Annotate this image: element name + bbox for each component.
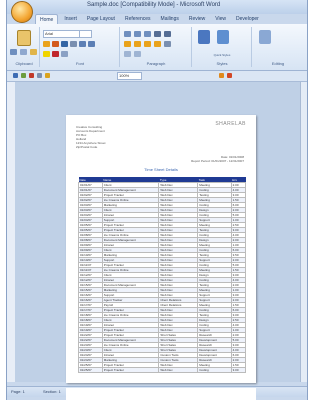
clipboard-label: Clipboard (15, 61, 33, 66)
next-page-preview (66, 388, 256, 400)
underline-icon[interactable] (61, 41, 68, 47)
format-painter-icon[interactable] (30, 49, 37, 55)
table-row: 01/25/07 Project Tracker Web Dev Coding 3.00 (78, 367, 247, 373)
tab-review[interactable]: Review (185, 14, 209, 24)
address-line: Zip/Postal Code (76, 145, 98, 149)
document-page[interactable]: SHARELAB Creative Consulting Accounts De… (66, 115, 256, 383)
font-group: Arial Font (41, 27, 120, 67)
align-left-icon[interactable] (124, 41, 131, 47)
paragraph-group: Paragraph (121, 27, 192, 67)
line-spacing-icon[interactable] (164, 41, 171, 47)
report-period: Report Period: 01/01/2007 - 12/31/2007 (191, 159, 244, 163)
window-title: Sample.doc [Compatibility Mode] - Micros… (87, 2, 221, 8)
report-title: Time Sheet Details (144, 167, 178, 172)
cut-icon[interactable] (10, 49, 17, 55)
clipboard-group: Clipboard (9, 27, 40, 67)
company-logo-text: SHARELAB (215, 121, 246, 127)
font-name-select[interactable]: Arial (43, 30, 80, 38)
paragraph-label: Paragraph (146, 61, 166, 66)
change-case-icon[interactable] (61, 51, 68, 57)
change-styles-icon[interactable] (217, 30, 229, 44)
font-size-select[interactable] (79, 30, 92, 38)
zoom-select[interactable]: 100% (117, 72, 142, 80)
ribbon: Clipboard Arial Font Paragraph Quick Sty… (7, 24, 307, 71)
numbering-icon[interactable] (134, 31, 141, 37)
styles-group: Quick Styles Styles (193, 27, 252, 67)
multilevel-list-icon[interactable] (144, 31, 151, 37)
editing-icon[interactable] (259, 30, 271, 44)
subscript-icon[interactable] (79, 41, 86, 47)
toolbar-icon-b[interactable] (227, 73, 232, 78)
bullets-icon[interactable] (124, 31, 131, 37)
save-icon[interactable] (13, 73, 18, 78)
office-button[interactable] (11, 1, 33, 23)
tab-references[interactable]: References (121, 14, 155, 24)
highlight-icon[interactable] (43, 51, 50, 57)
tab-developer[interactable]: Developer (232, 14, 263, 24)
font-label: Font (75, 61, 84, 66)
borders-icon[interactable] (134, 51, 141, 57)
increase-indent-icon[interactable] (164, 31, 171, 37)
align-right-icon[interactable] (144, 41, 151, 47)
tab-mailings[interactable]: Mailings (157, 14, 183, 24)
shading-icon[interactable] (124, 51, 131, 57)
status-section[interactable]: Section: 1 (43, 389, 61, 394)
toolbar-icon-a[interactable] (219, 73, 224, 78)
timesheet-table: Date Name Type Task Hrs 01/01/07 Client We… (78, 177, 247, 373)
editing-group: Editing (253, 27, 303, 67)
open-icon[interactable] (45, 73, 50, 78)
editing-label: Editing (271, 61, 285, 66)
strikethrough-icon[interactable] (70, 41, 77, 47)
vertical-scrollbar[interactable] (300, 82, 307, 382)
justify-icon[interactable] (154, 41, 161, 47)
table-cell: 01/25/07 (78, 367, 103, 373)
quick-access-toolbar: 100% (7, 71, 307, 82)
font-color-icon[interactable] (52, 51, 59, 57)
table-cell: Coding (197, 367, 232, 373)
tab-view[interactable]: View (211, 14, 230, 24)
bold-icon[interactable] (43, 41, 50, 47)
title-bar: Sample.doc [Compatibility Mode] - Micros… (7, 0, 307, 14)
tab-page-layout[interactable]: Page Layout (83, 14, 119, 24)
undo-icon[interactable] (21, 73, 26, 78)
table-cell: Project Tracker (101, 367, 160, 373)
paste-icon[interactable] (17, 30, 31, 46)
table-cell: Web Dev (158, 367, 199, 373)
copy-icon[interactable] (20, 49, 27, 55)
superscript-icon[interactable] (88, 41, 95, 47)
styles-label: Styles (216, 61, 228, 66)
quick-styles-icon[interactable] (198, 30, 210, 44)
ribbon-tabs: Home Insert Page Layout References Maili… (35, 14, 263, 25)
redo-icon[interactable] (29, 73, 34, 78)
status-page[interactable]: Page: 1 (11, 389, 25, 394)
table-cell: 3.00 (230, 367, 247, 373)
decrease-indent-icon[interactable] (154, 31, 161, 37)
print-icon[interactable] (37, 73, 42, 78)
quick-styles-label: Quick Styles (213, 53, 231, 57)
align-center-icon[interactable] (134, 41, 141, 47)
italic-icon[interactable] (52, 41, 59, 47)
tab-insert[interactable]: Insert (60, 14, 81, 24)
